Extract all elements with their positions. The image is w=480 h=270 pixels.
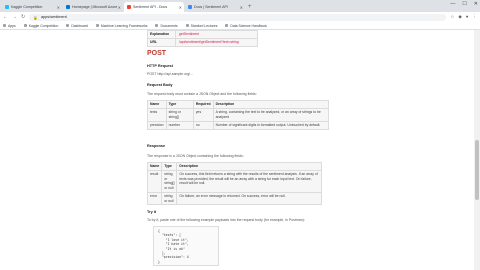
table-cell: Number of significant digits in formatte… xyxy=(212,120,330,130)
endpoint-line: POST http://api.sample.org/... xyxy=(147,72,194,76)
page-scrollbar[interactable] xyxy=(474,30,480,270)
request-fields-table: Name Type Required Description texts str… xyxy=(147,100,330,130)
table-cell: On failure, an error message is returned… xyxy=(176,191,322,206)
extension-icon[interactable]: ◆ xyxy=(458,14,461,20)
tab-favicon xyxy=(127,5,131,9)
table-cell: precision xyxy=(147,120,167,130)
tab-favicon xyxy=(66,5,70,9)
table-cell: yes xyxy=(192,107,214,122)
summary-key: Explanation xyxy=(147,30,176,39)
tab-close-icon[interactable]: ✕ xyxy=(240,5,243,10)
request-body-description: The request body must contain a JSON Obj… xyxy=(147,92,257,96)
lock-icon: 🔒 xyxy=(33,15,38,20)
try-it-description: To try it, paste one of the following ex… xyxy=(147,218,305,222)
minimize-icon[interactable]: — xyxy=(450,1,455,7)
bookmark-favicon xyxy=(185,24,189,27)
http-request-heading: HTTP Request xyxy=(147,64,173,68)
table-cell: A string, containing the text to be anal… xyxy=(212,107,330,122)
bookmark-item[interactable]: Machine Learning Frameworks xyxy=(95,24,147,28)
table-row: error string or null On failure, an erro… xyxy=(146,191,322,206)
tab-close-icon[interactable]: ✕ xyxy=(118,5,121,10)
bookmark-favicon xyxy=(23,24,27,27)
response-fields-table: Name Type Description result string or s… xyxy=(146,162,322,206)
endpoint-summary-table: Explanation getSentiment URL /api/sentim… xyxy=(147,30,258,47)
table-cell: string or null xyxy=(161,191,178,206)
table-cell: no xyxy=(192,120,214,130)
tab-title: Kaggle Competition xyxy=(11,5,43,9)
tab-title: Sentiment API - Docs xyxy=(133,5,168,9)
close-window-icon[interactable]: ✕ xyxy=(474,1,478,7)
column-header: Description xyxy=(212,100,330,109)
tab-title: Homepage | Microsoft Azure xyxy=(72,5,118,9)
table-row: result string or string[] or null On suc… xyxy=(146,169,322,193)
code-line: } xyxy=(158,259,160,264)
address-bar[interactable]: 🔒 apps/sentiment xyxy=(29,13,447,21)
window-controls: — ☐ ✕ xyxy=(450,1,478,7)
table-cell: texts xyxy=(147,107,167,122)
table-cell: string or string[] xyxy=(165,107,194,122)
tab-close-icon[interactable]: ✕ xyxy=(179,5,182,10)
table-header-row: Name Type Required Description xyxy=(147,100,330,109)
table-header-row: Name Type Description xyxy=(146,162,322,171)
table-row: Explanation getSentiment xyxy=(147,30,258,39)
bookmark-item[interactable]: Documents xyxy=(155,24,178,28)
profile-icon[interactable]: ● xyxy=(466,14,469,20)
tab-bar: Kaggle Competition ✕ Homepage | Microsof… xyxy=(0,0,480,12)
browser-tab-4[interactable]: Docs | Sentiment API ✕ xyxy=(185,2,245,12)
tab-close-icon[interactable]: ✕ xyxy=(57,5,60,10)
tab-title: Docs | Sentiment API xyxy=(194,5,228,9)
table-row: texts string or string[] yes A string, c… xyxy=(147,107,330,122)
summary-value: getSentiment xyxy=(175,30,258,39)
bookmark-favicon xyxy=(95,24,99,27)
try-it-heading: Try it xyxy=(147,210,157,214)
bookmark-favicon xyxy=(225,24,229,27)
apps-icon xyxy=(3,24,6,27)
bookmark-item[interactable]: Dashboard xyxy=(66,24,88,28)
response-description: The response is a JSON Object containing… xyxy=(147,154,244,158)
summary-key: URL xyxy=(147,37,176,47)
bookmark-favicon xyxy=(66,24,70,27)
column-header: Description xyxy=(176,162,322,171)
scrollbar-thumb[interactable] xyxy=(475,140,479,200)
star-icon[interactable]: ☆ xyxy=(450,14,454,20)
request-body-heading: Request Body xyxy=(147,83,173,87)
browser-tab-1[interactable]: Kaggle Competition ✕ xyxy=(2,2,62,12)
tab-favicon xyxy=(5,5,9,9)
browser-tab-2[interactable]: Homepage | Microsoft Azure ✕ xyxy=(63,2,123,12)
new-tab-button[interactable]: + xyxy=(248,2,252,12)
bookmark-favicon xyxy=(155,24,159,27)
table-cell: On success, this field returns a string … xyxy=(176,169,322,193)
response-heading: Response xyxy=(147,144,166,148)
reload-icon[interactable]: ↻ xyxy=(21,14,25,20)
bookmarks-bar: Apps Kaggle Competition Dashboard Machin… xyxy=(0,22,480,30)
column-header: Name xyxy=(147,100,167,109)
table-row: precision number no Number of significan… xyxy=(147,120,330,130)
table-cell: string or string[] or null xyxy=(161,169,178,193)
bookmark-item[interactable]: Data Science Handbook xyxy=(225,24,267,28)
url-text: apps/sentiment xyxy=(40,15,67,19)
bookmark-item[interactable]: Kaggle Competition xyxy=(23,24,58,28)
table-row: URL /api/sentiment/getSentiment?text=str… xyxy=(147,37,258,47)
column-header: Type xyxy=(165,100,194,109)
maximize-icon[interactable]: ☐ xyxy=(462,1,466,7)
menu-icon[interactable]: ⋮ xyxy=(473,14,478,20)
summary-value: /api/sentiment/getSentiment?text=string xyxy=(175,37,258,47)
bookmark-apps[interactable]: Apps xyxy=(3,24,16,28)
example-code-block: { "texts": [ "I love it", "I hate it", "… xyxy=(153,226,219,266)
table-cell: result xyxy=(146,169,163,193)
browser-toolbar: ← → ↻ 🔒 apps/sentiment ☆ ◆ ● ⋮ xyxy=(0,12,480,22)
table-cell: number xyxy=(165,120,194,130)
section-title-post: POST xyxy=(147,50,167,57)
toolbar-icons: ☆ ◆ ● ⋮ xyxy=(450,14,477,20)
column-header: Type xyxy=(161,162,178,171)
page-content: Explanation getSentiment URL /api/sentim… xyxy=(0,30,480,270)
forward-icon[interactable]: → xyxy=(12,14,17,20)
bookmark-item[interactable]: Stanford Lectures xyxy=(185,24,217,28)
column-header: Required xyxy=(192,100,214,109)
column-header: Name xyxy=(146,162,163,171)
browser-tab-3[interactable]: Sentiment API - Docs ✕ xyxy=(124,2,184,12)
table-cell: error xyxy=(146,191,163,206)
back-icon[interactable]: ← xyxy=(3,14,8,20)
tab-favicon xyxy=(188,5,192,9)
